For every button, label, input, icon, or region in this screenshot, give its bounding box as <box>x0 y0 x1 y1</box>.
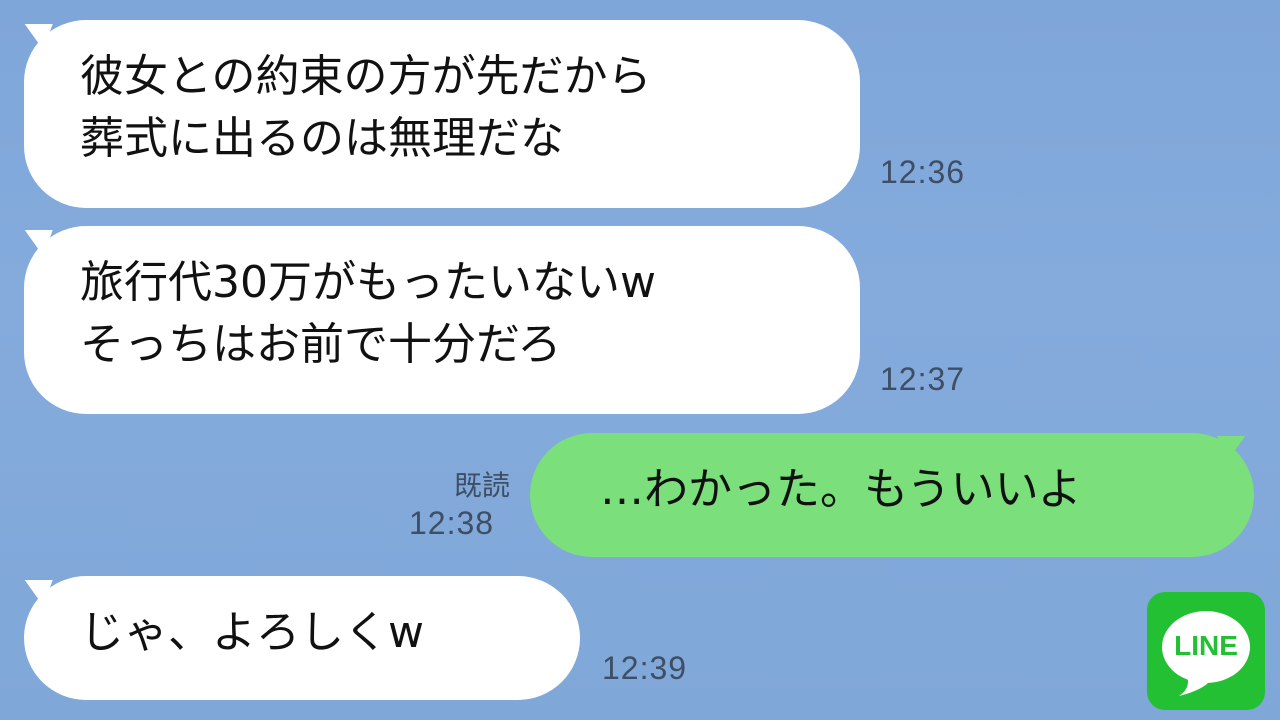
message-line: じゃ、よろしくw <box>80 607 424 658</box>
message-timestamp: 12:38 <box>409 505 495 541</box>
message-bubble-incoming[interactable]: 旅行代30万がもったいないw そっちはお前で十分だろ <box>24 226 860 414</box>
message-bubble-incoming[interactable]: じゃ、よろしくw <box>24 576 580 700</box>
message-line: …わかった。もういいよ <box>600 464 1082 515</box>
message-timestamp: 12:36 <box>880 154 966 190</box>
logo-text: LINE <box>1174 630 1238 661</box>
message-line: 葬式に出るのは無理だな <box>80 113 564 164</box>
line-logo-icon: LINE <box>1147 592 1265 710</box>
message-timestamp: 12:39 <box>602 650 688 686</box>
read-receipt: 既読 <box>453 469 510 502</box>
message-bubble-incoming[interactable]: 彼女との約束の方が先だから 葬式に出るのは無理だな <box>24 20 860 208</box>
message-line: そっちはお前で十分だろ <box>80 319 562 370</box>
message-timestamp: 12:37 <box>880 361 966 397</box>
message-bubble-outgoing[interactable]: …わかった。もういいよ <box>530 433 1254 557</box>
chat-area: 彼女との約束の方が先だから 葬式に出るのは無理だな 12:36 旅行代30万がも… <box>0 0 1280 720</box>
message-line: 旅行代30万がもったいないw <box>80 257 656 308</box>
message-line: 彼女との約束の方が先だから <box>80 51 652 102</box>
